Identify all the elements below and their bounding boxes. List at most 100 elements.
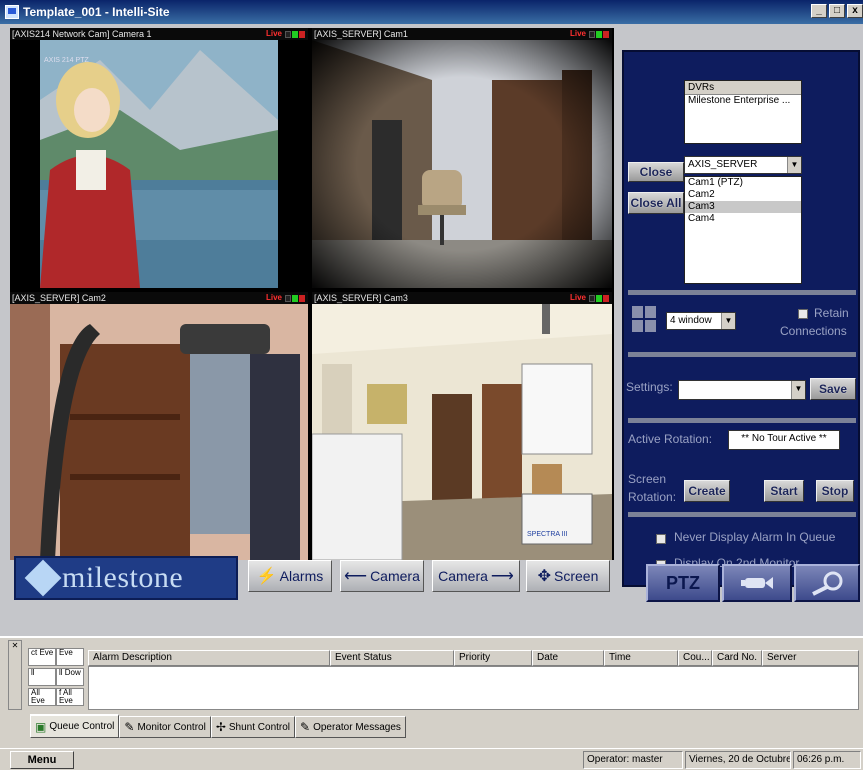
queue-side-strip[interactable]: ✕: [8, 640, 22, 710]
camera-title-bar: [AXIS214 Network Cam] Camera 1 Live: [10, 28, 308, 40]
previous-camera-button[interactable]: ⟵ Camera: [340, 560, 424, 592]
status-square-icon: [299, 294, 305, 302]
retain-checkbox[interactable]: [798, 309, 808, 319]
camera-title-bar: [AXIS_SERVER] Cam2 Live: [10, 292, 308, 304]
filter-cell[interactable]: ct Eve: [28, 648, 56, 666]
window-layout-value: 4 window: [670, 315, 712, 326]
close-window-button[interactable]: x: [847, 4, 863, 18]
dvr-list-header: DVRs: [685, 81, 801, 95]
title-bar: Template_001 - Intelli-Site _ □ x: [0, 0, 863, 24]
status-square-icon: [285, 294, 291, 302]
camera-feed-image: AXIS 214 PTZ: [10, 40, 308, 288]
live-label: Live: [265, 293, 282, 302]
live-label: Live: [265, 29, 282, 38]
tab-shunt-control[interactable]: ✢ Shunt Control: [210, 716, 296, 738]
messages-icon: ✎: [300, 720, 311, 734]
status-bar: Menu Operator: master Viernes, 20 de Oct…: [0, 748, 863, 770]
status-square-icon: [292, 30, 298, 38]
camera-feed-image: SPECTRA III: [312, 304, 612, 560]
search-tab[interactable]: [794, 564, 860, 602]
date-status: Viernes, 20 de Octubre de 2006: [685, 751, 791, 769]
screen-button[interactable]: ✥ Screen: [526, 560, 610, 592]
create-rotation-button[interactable]: Create: [684, 480, 730, 502]
move-arrows-icon: ✥: [537, 568, 552, 585]
server-select[interactable]: AXIS_SERVER ▼: [684, 156, 802, 174]
camera-list-item-selected[interactable]: Cam3: [685, 201, 801, 213]
stop-rotation-button[interactable]: Stop: [816, 480, 854, 502]
alarms-button[interactable]: ⚡ Alarms: [248, 560, 332, 592]
minimize-button[interactable]: _: [811, 4, 827, 18]
start-rotation-button[interactable]: Start: [764, 480, 804, 502]
camera-tab[interactable]: [722, 564, 792, 602]
dvr-list[interactable]: DVRs Milestone Enterprise ...: [684, 80, 802, 144]
column-header[interactable]: Server: [762, 650, 859, 666]
queue-icon: ▣: [35, 719, 47, 734]
live-indicator: Live: [570, 294, 609, 302]
camera-list-item[interactable]: Cam1 (PTZ): [685, 177, 801, 189]
camera-list[interactable]: Cam1 (PTZ) Cam2 Cam3 Cam4: [684, 176, 802, 284]
screen-label: Screen: [554, 568, 599, 584]
camera-list-item[interactable]: Cam4: [685, 213, 801, 225]
chevron-down-icon[interactable]: ▼: [721, 313, 735, 329]
menu-button[interactable]: Menu: [10, 751, 74, 769]
close-camera-button[interactable]: Close: [628, 162, 684, 182]
alarm-grid-header: Alarm Description Event Status Priority …: [88, 650, 859, 666]
never-display-alarm-checkbox[interactable]: [656, 534, 666, 544]
time-status: 06:26 p.m.: [793, 751, 861, 769]
queue-tabs: ▣ Queue Control ✎ Monitor Control ✢ Shun…: [30, 714, 406, 738]
arrow-right-icon: ⟶: [490, 568, 514, 585]
next-camera-label: Camera: [438, 568, 488, 584]
shunt-icon: ✢: [215, 720, 226, 734]
column-header[interactable]: Card No.: [712, 650, 762, 666]
active-rotation-label: Active Rotation:: [628, 432, 713, 446]
camera-feed: [312, 40, 612, 288]
previous-camera-label: Camera: [370, 568, 420, 584]
logo-text: milestone: [62, 561, 184, 594]
alarms-label: Alarms: [279, 568, 324, 584]
next-camera-button[interactable]: Camera ⟶: [432, 560, 520, 592]
filter-cell[interactable]: f All Eve: [56, 688, 84, 706]
camera-tile-3[interactable]: [AXIS_SERVER] Cam2 Live: [10, 292, 308, 560]
filter-cell[interactable]: Eve: [56, 648, 84, 666]
column-header[interactable]: Priority: [454, 650, 532, 666]
close-all-button[interactable]: Close All: [628, 192, 684, 214]
column-header[interactable]: Alarm Description: [88, 650, 330, 666]
camera-tile-2[interactable]: [AXIS_SERVER] Cam1 Live: [312, 28, 612, 288]
camera-title: [AXIS_SERVER] Cam2: [12, 293, 106, 303]
retain-label: Retain: [814, 306, 849, 320]
filter-cell[interactable]: ll Dow: [56, 668, 84, 686]
close-icon[interactable]: ✕: [12, 641, 19, 650]
status-square-icon: [285, 30, 291, 38]
status-square-icon: [603, 294, 609, 302]
filter-cell[interactable]: ll: [28, 668, 56, 686]
logo-diamond-icon: [24, 559, 62, 597]
arrow-left-icon: ⟵: [344, 568, 368, 585]
tour-status-field: ** No Tour Active **: [728, 430, 840, 450]
ptz-tab[interactable]: PTZ: [646, 564, 720, 602]
save-button[interactable]: Save: [810, 378, 856, 400]
maximize-button[interactable]: □: [829, 4, 845, 18]
camera-title-bar: [AXIS_SERVER] Cam3 Live: [312, 292, 612, 304]
tab-operator-messages[interactable]: ✎ Operator Messages: [295, 716, 406, 738]
camera-list-item[interactable]: Cam2: [685, 189, 801, 201]
chevron-down-icon[interactable]: ▼: [791, 381, 805, 399]
camera-title: [AXIS_SERVER] Cam1: [314, 29, 408, 39]
tab-monitor-control[interactable]: ✎ Monitor Control: [119, 716, 211, 738]
alarm-queue-area: ✕ ct Eve Eve ll ll Dow All Eve f All Eve…: [0, 636, 863, 746]
dvr-list-item[interactable]: Milestone Enterprise ...: [685, 95, 801, 107]
column-header[interactable]: Time: [604, 650, 678, 666]
tab-queue-control[interactable]: ▣ Queue Control: [30, 714, 120, 738]
camera-tile-4[interactable]: [AXIS_SERVER] Cam3 Live SPECTRA III: [312, 292, 612, 560]
panel-divider: [628, 512, 856, 517]
monitor-icon: ✎: [124, 720, 135, 734]
chevron-down-icon[interactable]: ▼: [787, 157, 801, 173]
window-layout-select[interactable]: 4 window ▼: [666, 312, 736, 330]
column-header[interactable]: Cou...: [678, 650, 712, 666]
column-header[interactable]: Event Status: [330, 650, 454, 666]
settings-select[interactable]: ▼: [678, 380, 806, 400]
camera-tile-1[interactable]: [AXIS214 Network Cam] Camera 1 Live AXIS…: [10, 28, 308, 288]
alarm-grid-body[interactable]: [88, 666, 859, 710]
filter-cell[interactable]: All Eve: [28, 688, 56, 706]
column-header[interactable]: Date: [532, 650, 604, 666]
video-grid: [AXIS214 Network Cam] Camera 1 Live AXIS…: [10, 28, 614, 560]
